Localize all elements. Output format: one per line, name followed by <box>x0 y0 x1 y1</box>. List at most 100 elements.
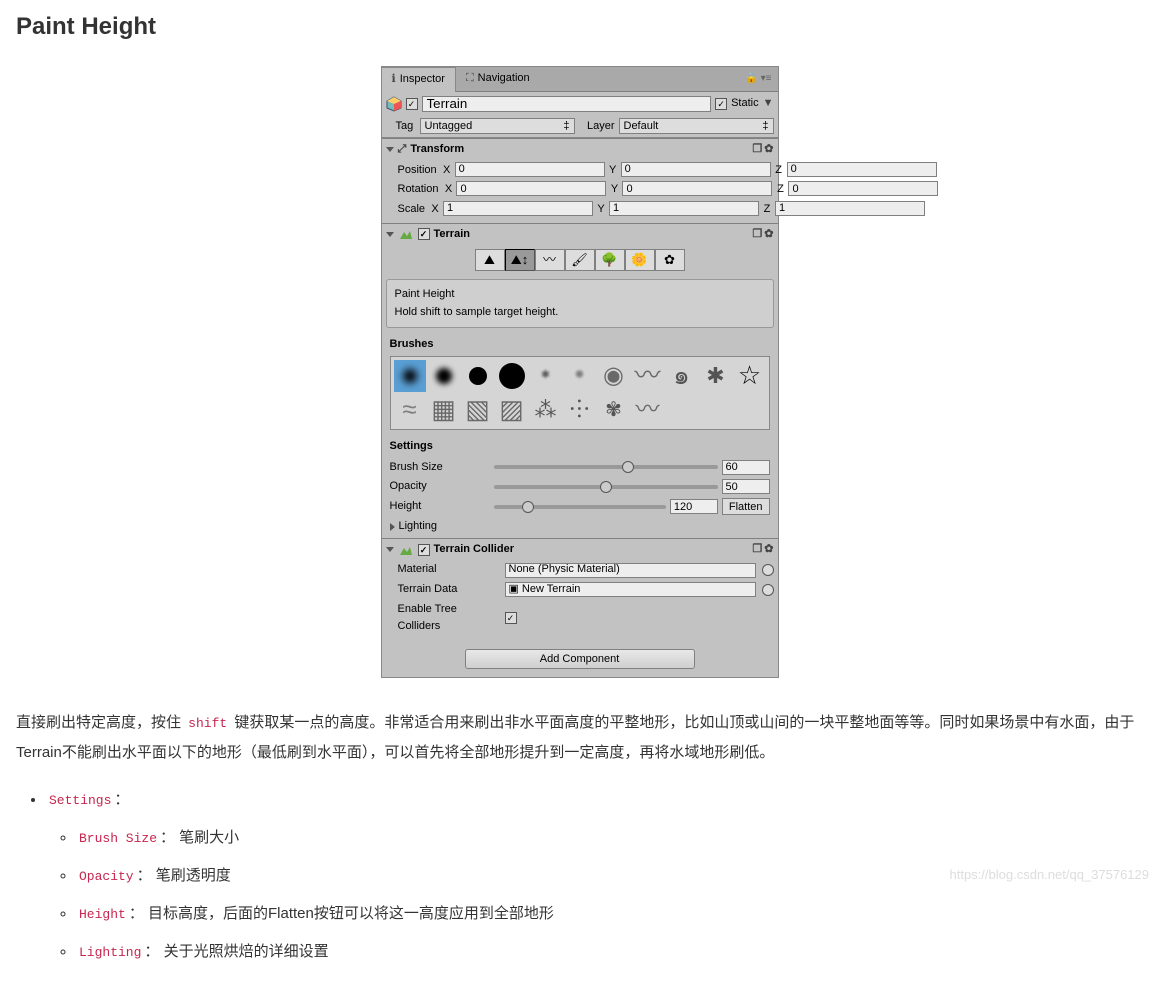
rot-x[interactable] <box>456 181 606 196</box>
object-picker-icon[interactable] <box>762 584 774 596</box>
brush-item[interactable] <box>496 360 528 392</box>
cube-icon <box>386 96 402 112</box>
brush-item[interactable]: ☆ <box>734 360 766 392</box>
rotation-row: Rotation X Y Z <box>382 180 778 200</box>
trees-button[interactable]: 🌳 <box>595 249 625 271</box>
object-header: ✓ ✓ Static ▼ <box>382 92 778 116</box>
collider-enabled-checkbox[interactable]: ✓ <box>418 544 430 556</box>
enable-tree-checkbox[interactable]: ✓ <box>505 612 517 624</box>
expand-icon <box>390 523 395 531</box>
static-checkbox[interactable]: ✓ <box>715 98 727 110</box>
raise-lower-button[interactable]: ⛰ <box>475 249 505 271</box>
hint-title: Paint Height <box>395 286 765 304</box>
object-name-field[interactable] <box>422 96 712 112</box>
collapse-icon <box>386 232 394 237</box>
paint-texture-button[interactable]: 🖌 <box>565 249 595 271</box>
list-item: Brush Size： 笔刷大小 <box>76 826 1143 850</box>
nav-icon: ⛶ <box>466 70 474 88</box>
brush-item[interactable]: 〰 <box>632 394 664 426</box>
tab-navigation[interactable]: ⛶ Navigation <box>456 67 540 91</box>
pos-z[interactable] <box>787 162 937 177</box>
height-slider[interactable] <box>494 505 666 509</box>
active-checkbox[interactable]: ✓ <box>406 98 418 110</box>
terrain-data-row: Terrain Data ▣New Terrain <box>382 580 778 600</box>
static-label: Static <box>731 95 759 113</box>
brush-item[interactable] <box>462 360 494 392</box>
scl-x[interactable] <box>443 201 593 216</box>
position-row: Position X Y Z <box>382 161 778 181</box>
help-icon[interactable]: ❐ <box>752 226 762 244</box>
gear-icon[interactable]: ✿ <box>764 541 773 559</box>
brush-item[interactable]: ⁂ <box>530 394 562 426</box>
brush-size-slider[interactable] <box>494 465 718 469</box>
collapse-icon <box>386 547 394 552</box>
page-title: Paint Height <box>16 8 1143 46</box>
static-dropdown-icon[interactable]: ▼ <box>763 95 774 113</box>
opacity-value[interactable] <box>722 479 770 494</box>
transform-header[interactable]: ⤢ Transform ❐✿ <box>382 139 778 161</box>
enable-tree-row: Enable Tree Colliders ✓ <box>382 600 778 637</box>
tab-bar: ℹ Inspector ⛶ Navigation 🔒 ▾≡ <box>382 67 778 92</box>
brush-item[interactable]: ≈ <box>394 394 426 426</box>
hint-sub: Hold shift to sample target height. <box>395 304 765 322</box>
terrain-data-field[interactable]: ▣New Terrain <box>505 582 756 597</box>
layer-label: Layer <box>579 118 615 136</box>
help-icon[interactable]: ❐ <box>752 541 762 559</box>
brush-item[interactable]: ✾ <box>598 394 630 426</box>
scl-z[interactable] <box>775 201 925 216</box>
description-paragraph: 直接刷出特定高度，按住 shift 键获取某一点的高度。非常适合用来刷出非水平面… <box>16 708 1143 768</box>
pos-x[interactable] <box>455 162 605 177</box>
scl-y[interactable] <box>609 201 759 216</box>
pos-y[interactable] <box>621 162 771 177</box>
brushes-label: Brushes <box>382 332 778 356</box>
details-button[interactable]: 🌼 <box>625 249 655 271</box>
paint-height-button[interactable]: ⛰↕ <box>505 249 535 271</box>
brush-item[interactable]: ✱ <box>530 360 562 392</box>
brush-item[interactable]: ◉ <box>598 360 630 392</box>
terrain-toolbar: ⛰ ⛰↕ 〰 🖌 🌳 🌼 ✿ <box>382 245 778 275</box>
brush-item[interactable]: ▦ <box>428 394 460 426</box>
gear-icon[interactable]: ✿ <box>764 226 773 244</box>
panel-menu-icon[interactable]: 🔒 ▾≡ <box>745 71 777 87</box>
collider-icon <box>398 542 414 558</box>
brush-item[interactable] <box>428 360 460 392</box>
terrain-collider-header[interactable]: ✓ Terrain Collider ❐✿ <box>382 539 778 561</box>
add-component-row: Add Component <box>382 641 778 677</box>
opacity-row: Opacity <box>382 477 778 497</box>
info-icon: ℹ <box>392 71 396 89</box>
rot-y[interactable] <box>622 181 772 196</box>
add-component-button[interactable]: Add Component <box>465 649 695 669</box>
brush-item[interactable]: ▧ <box>462 394 494 426</box>
brush-item[interactable]: 〰 <box>632 360 664 392</box>
height-row: Height Flatten <box>382 497 778 517</box>
opacity-slider[interactable] <box>494 485 718 489</box>
settings-button[interactable]: ✿ <box>655 249 685 271</box>
terrain-enabled-checkbox[interactable]: ✓ <box>418 228 430 240</box>
help-icon[interactable]: ❐ <box>752 141 762 159</box>
inspector-screenshot: ℹ Inspector ⛶ Navigation 🔒 ▾≡ ✓ ✓ Static… <box>16 66 1143 677</box>
tag-label: Tag <box>386 118 416 136</box>
gear-icon[interactable]: ✿ <box>764 141 773 159</box>
tab-inspector[interactable]: ℹ Inspector <box>382 67 456 92</box>
terrain-section: ✓ Terrain ❐✿ ⛰ ⛰↕ 〰 🖌 🌳 🌼 ✿ Paint Height… <box>382 223 778 538</box>
tag-dropdown[interactable]: Untagged‡ <box>420 118 575 134</box>
brush-item[interactable]: ▨ <box>496 394 528 426</box>
brush-size-row: Brush Size <box>382 458 778 478</box>
watermark: https://blog.csdn.net/qq_37576129 <box>950 865 1150 886</box>
brush-item[interactable]: ⸭ <box>564 394 596 426</box>
terrain-header[interactable]: ✓ Terrain ❐✿ <box>382 224 778 246</box>
flatten-button[interactable]: Flatten <box>722 498 770 515</box>
smooth-button[interactable]: 〰 <box>535 249 565 271</box>
brush-item[interactable] <box>394 360 426 392</box>
rot-z[interactable] <box>788 181 938 196</box>
brush-item[interactable]: ๑ <box>666 360 698 392</box>
brush-item[interactable]: ❋ <box>564 360 596 392</box>
lighting-row[interactable]: Lighting <box>382 516 778 538</box>
material-field[interactable]: None (Physic Material) <box>505 563 756 578</box>
object-picker-icon[interactable] <box>762 564 774 576</box>
brush-size-value[interactable] <box>722 460 770 475</box>
height-value[interactable] <box>670 499 718 514</box>
brush-item[interactable]: ✱ <box>700 360 732 392</box>
code-settings: Settings <box>46 792 114 809</box>
layer-dropdown[interactable]: Default‡ <box>619 118 774 134</box>
